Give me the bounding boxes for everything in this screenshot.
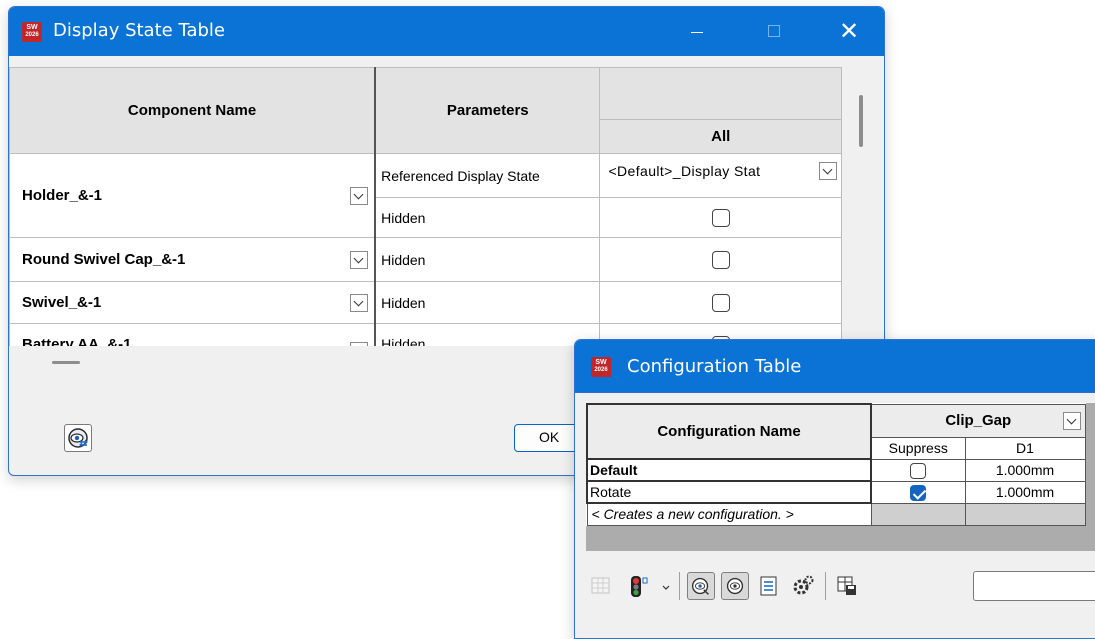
display-state-eye-button[interactable]: [64, 424, 92, 452]
hidden-cell: [599, 197, 842, 238]
component-name: Battery AA_&-1: [22, 336, 132, 346]
empty-cell: [964, 502, 1086, 526]
suppress-checkbox-checked[interactable]: [910, 484, 927, 501]
component-dropdown-button[interactable]: [350, 342, 369, 346]
toolbar-text-field[interactable]: [973, 571, 1095, 601]
window-title: Configuration Table: [627, 356, 802, 377]
chevron-down-icon[interactable]: [659, 572, 673, 600]
toolbar-separator: [825, 572, 826, 600]
column-header-configuration-name: Configuration Name: [586, 403, 872, 460]
d1-value-cell[interactable]: 1.000mm: [964, 458, 1086, 482]
component-name: Holder_&-1: [22, 187, 103, 204]
table-row[interactable]: Rotate 1.000mm: [586, 480, 1086, 504]
component-dropdown-button[interactable]: [350, 250, 369, 269]
component-name: Round Swivel Cap_&-1: [22, 251, 186, 268]
component-cell[interactable]: Round Swivel Cap_&-1: [9, 237, 377, 282]
solidworks-logo-icon: SW 2026: [591, 357, 611, 377]
parameter-label: Hidden: [374, 281, 601, 324]
configuration-name-cell[interactable]: Default: [586, 458, 872, 482]
display-state-titlebar[interactable]: SW 2026 Display State Table ✕: [9, 7, 884, 56]
table-row[interactable]: < Creates a new configuration. >: [586, 502, 1086, 526]
component-dropdown-button[interactable]: [350, 293, 369, 312]
display-state-view-icon[interactable]: [721, 572, 749, 600]
save-table-icon[interactable]: [833, 572, 861, 600]
hidden-checkbox[interactable]: [711, 250, 730, 269]
gear-icon[interactable]: [789, 572, 817, 600]
component-cell[interactable]: Holder_&-1: [9, 153, 377, 238]
parameter-label: Hidden: [374, 323, 601, 346]
configuration-table-window: SW 2026 Configuration Table Configuration…: [574, 339, 1095, 639]
configuration-name-cell[interactable]: Rotate: [586, 480, 872, 504]
dropdown-value: <Default>_Display Stat: [608, 163, 761, 179]
hidden-checkbox[interactable]: [711, 208, 730, 227]
window-title: Display State Table: [53, 20, 225, 41]
solidworks-logo-icon: SW 2026: [22, 22, 42, 42]
referenced-display-state-cell[interactable]: <Default>_Display Stat: [599, 153, 842, 198]
component-dropdown-button[interactable]: [350, 186, 369, 205]
group-label: Clip_Gap: [945, 412, 1012, 429]
column-header-d1: D1: [964, 436, 1086, 460]
referenced-display-state-dropdown[interactable]: <Default>_Display Stat: [604, 158, 839, 184]
display-state-grid: Component Name Parameters All Holder_&-1…: [9, 67, 842, 346]
column-group-clip-gap[interactable]: Clip_Gap: [870, 403, 1086, 438]
parameters-list-icon[interactable]: [755, 572, 783, 600]
minimize-button[interactable]: [674, 7, 720, 56]
column-header-component-name: Component Name: [9, 67, 377, 154]
parameter-label: Hidden: [374, 197, 601, 238]
display-state-filter-icon[interactable]: [687, 572, 715, 600]
close-button[interactable]: ✕: [826, 7, 872, 56]
d1-value-cell[interactable]: 1.000mm: [964, 480, 1086, 504]
hidden-cell: [599, 281, 842, 324]
hidden-cell: [599, 237, 842, 282]
parameter-label: Referenced Display State: [374, 153, 601, 198]
suppress-cell: [870, 458, 966, 482]
chevron-down-icon[interactable]: [1062, 411, 1081, 430]
column-header-parameters: Parameters: [374, 67, 601, 154]
column-header-suppress: Suppress: [870, 436, 966, 460]
suppress-cell: [870, 480, 966, 504]
traffic-light-icon[interactable]: [623, 572, 659, 600]
vertical-scrollbar[interactable]: [859, 95, 863, 147]
table-edit-icon[interactable]: [587, 572, 615, 600]
component-cell[interactable]: Swivel_&-1: [9, 281, 377, 324]
suppress-checkbox[interactable]: [910, 462, 927, 479]
column-header-all: All: [599, 119, 842, 154]
table-row[interactable]: Default 1.000mm: [586, 458, 1086, 482]
eye-refresh-icon: [68, 428, 88, 448]
configuration-grid: Configuration Name Clip_Gap Suppress D1 …: [586, 403, 1095, 551]
chevron-down-icon[interactable]: [819, 162, 837, 180]
maximize-button: [751, 7, 797, 56]
configuration-toolbar: [575, 566, 1095, 606]
new-configuration-row[interactable]: < Creates a new configuration. >: [586, 502, 872, 526]
configuration-table: Configuration Name Clip_Gap Suppress D1 …: [586, 403, 1086, 526]
toolbar-separator: [679, 572, 680, 600]
display-state-table: Component Name Parameters All Holder_&-1…: [9, 67, 842, 346]
column-header-group: [599, 67, 842, 120]
configuration-titlebar[interactable]: SW 2026 Configuration Table: [575, 340, 1095, 393]
hidden-checkbox[interactable]: [711, 293, 730, 312]
component-cell[interactable]: Battery AA_&-1: [9, 323, 377, 346]
component-name: Swivel_&-1: [22, 294, 102, 311]
horizontal-scrollbar[interactable]: [52, 361, 80, 364]
empty-cell: [870, 502, 966, 526]
parameter-label: Hidden: [374, 237, 601, 282]
